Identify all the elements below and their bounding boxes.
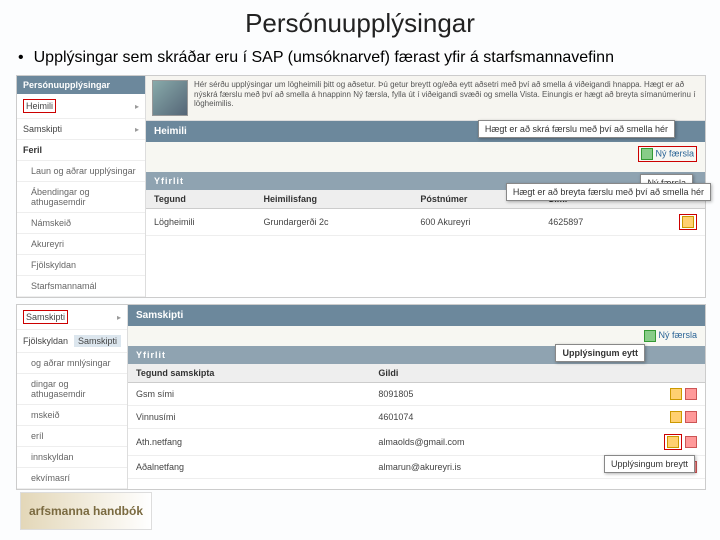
sidebar-item[interactable]: Ábendingar og athugasemdir — [17, 182, 145, 213]
sidebar-2: Samskipti▸ Fjölskyldan Samskipti og aðra… — [17, 305, 128, 489]
main-panel-2: Samskipti Ný færsla Yfirlit Tegund samsk… — [128, 305, 705, 479]
main-panel-1: Hér sérðu upplýsingar um lögheimili þitt… — [146, 76, 705, 236]
contacts-table: Tegund samskipta Gildi Upplýsingum eytt … — [128, 364, 705, 479]
sidebar-item[interactable]: Starfsmannamál — [17, 276, 145, 297]
sidebar-item[interactable]: Fjölskyldan — [17, 255, 145, 276]
table-row: Gsm sími8091805 — [128, 383, 705, 406]
sidebar-item[interactable]: Námskeið — [17, 213, 145, 234]
col-value: Gildi — [370, 364, 619, 383]
sidebar-item[interactable]: eríl — [17, 426, 127, 447]
col-contact-type: Tegund samskipta — [128, 364, 370, 383]
slide-title: Persónuupplýsingar — [0, 0, 720, 39]
sidebar-1: Persónuupplýsingar Heimili▸ Samskipti▸ F… — [17, 76, 146, 297]
col-address: Heimilisfang — [255, 190, 412, 209]
sidebar-item[interactable]: dingar og athugasemdir — [17, 374, 127, 405]
handbook-logo: arfsmanna handbók — [20, 492, 152, 530]
sidebar-item[interactable]: innskyldan — [17, 447, 127, 468]
tooltip-edit: Upplýsingum breytt — [604, 455, 695, 473]
intro-text: Hér sérðu upplýsingar um lögheimili þitt… — [194, 80, 699, 116]
sidebar-item[interactable]: Feril — [17, 140, 145, 161]
new-entry-row: Ný færsla — [128, 326, 705, 346]
section-header-samskipti: Samskipti — [128, 305, 705, 326]
table-header-row: Tegund samskipta Gildi Upplýsingum eytt — [128, 364, 705, 383]
sidebar-item[interactable]: Heimili▸ — [17, 94, 145, 119]
screenshot-samskipti: Samskipti▸ Fjölskyldan Samskipti og aðra… — [16, 304, 706, 490]
pencil-icon[interactable] — [670, 388, 682, 400]
sidebar-item[interactable]: Fjölskyldan Samskipti — [17, 330, 127, 353]
pencil-icon[interactable] — [667, 436, 679, 448]
pencil-icon — [682, 216, 694, 228]
sidebar-item[interactable]: mskeið — [17, 405, 127, 426]
table-row: Ath.netfangalmaolds@gmail.com Upplýsingu… — [128, 429, 705, 456]
intro-banner: Hér sérðu upplýsingar um lögheimili þitt… — [146, 76, 705, 121]
bullet-dot: • — [18, 49, 24, 66]
new-entry-button[interactable]: Ný færsla — [638, 146, 697, 162]
trash-icon[interactable] — [685, 388, 697, 400]
sidebar-item[interactable]: Samskipti▸ — [17, 119, 145, 140]
sidebar-item[interactable]: Akureyri — [17, 234, 145, 255]
new-entry-button[interactable]: Ný færsla — [644, 330, 697, 340]
bullet-text: Upplýsingar sem skráðar eru í SAP (umsók… — [34, 49, 614, 66]
chevron-icon: ▸ — [135, 102, 139, 111]
col-type: Tegund — [146, 190, 255, 209]
chevron-icon: ▸ — [135, 125, 139, 134]
tooltip-delete: Upplýsingum eytt — [555, 344, 645, 362]
chevron-icon: ▸ — [117, 313, 121, 322]
trash-icon[interactable] — [685, 411, 697, 423]
overview-table: Tegund Heimilisfang Póstnúmer Sími Löghe… — [146, 190, 705, 236]
sidebar-item[interactable]: ekvímasrí — [17, 468, 127, 489]
sidebar-tab[interactable]: Samskipti▸ — [17, 305, 127, 330]
sidebar-item[interactable]: og aðrar mnlýsingar — [17, 353, 127, 374]
edit-button[interactable] — [679, 214, 697, 230]
intro-image — [152, 80, 188, 116]
tooltip-new: Hægt er að skrá færslu með því að smella… — [478, 120, 675, 138]
pencil-icon[interactable] — [670, 411, 682, 423]
trash-icon[interactable] — [685, 436, 697, 448]
plus-icon — [644, 330, 656, 342]
sidebar-item[interactable]: Laun og aðrar upplýsingar — [17, 161, 145, 182]
plus-icon — [641, 148, 653, 160]
table-row: Lögheimili Grundargerði 2c 600 Akureyri … — [146, 209, 705, 236]
screenshot-heimili: Persónuupplýsingar Heimili▸ Samskipti▸ F… — [16, 75, 706, 298]
bullet-line: • Upplýsingar sem skráðar eru í SAP (umsó… — [0, 39, 720, 73]
table-row: Vinnusími4601074 — [128, 406, 705, 429]
sidebar-header: Persónuupplýsingar — [17, 76, 145, 94]
tooltip-edit: Hægt er að breyta færslu með því að smel… — [506, 183, 711, 201]
